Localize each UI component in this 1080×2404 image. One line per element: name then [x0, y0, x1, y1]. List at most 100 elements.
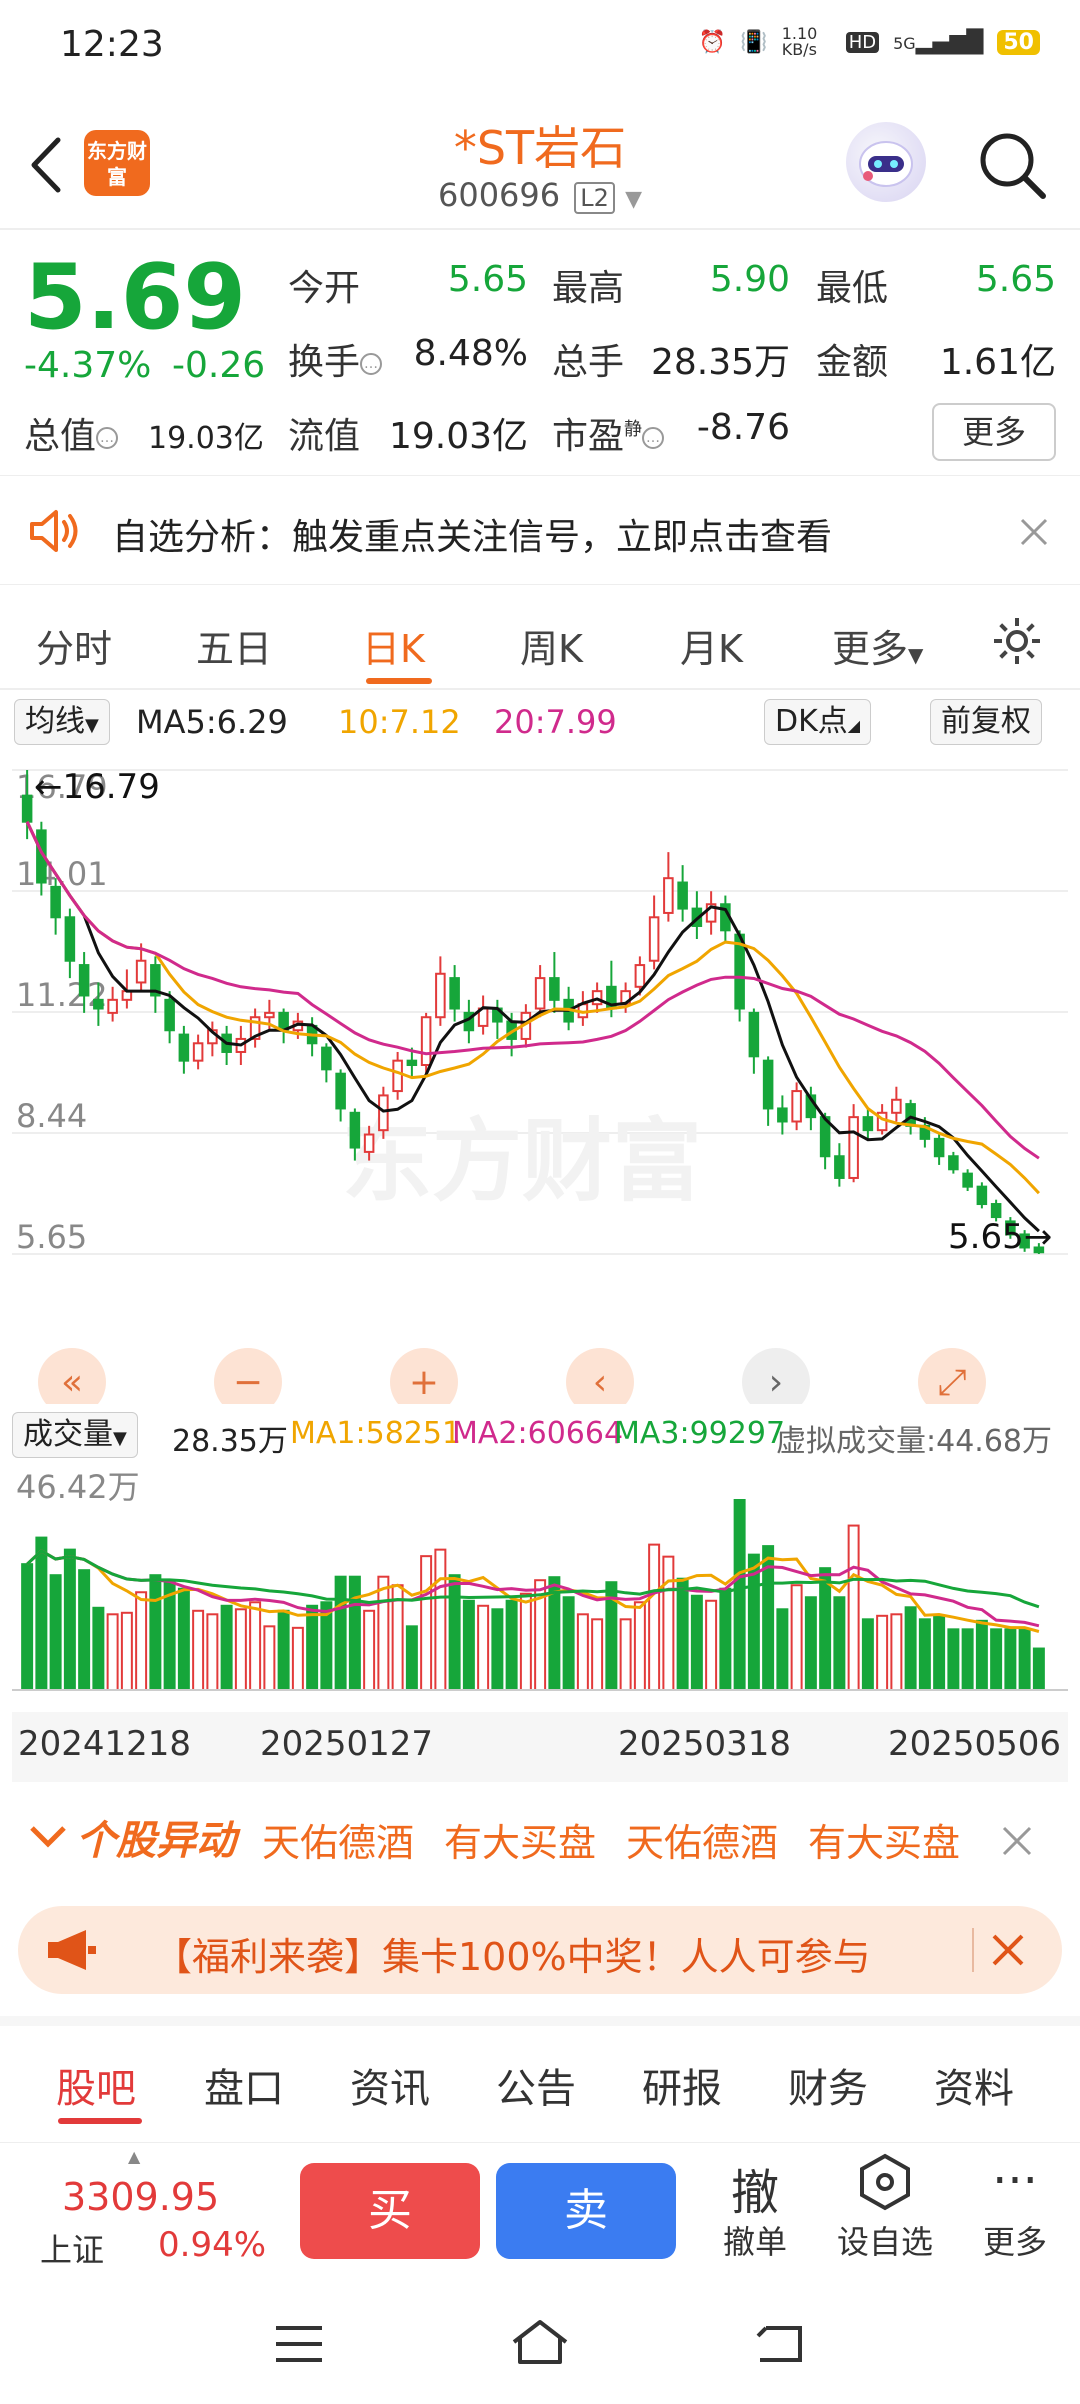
more-actions-button[interactable]: ··· 更多: [960, 2153, 1070, 2263]
cancel-icon: 撤: [730, 2165, 779, 2221]
volume-bar: [790, 1584, 803, 1691]
volume-bar: [861, 1618, 874, 1691]
change-percent: -4.37%: [24, 345, 152, 386]
volume-bar: [562, 1596, 575, 1691]
high-label: 最高: [552, 268, 625, 309]
volume-bar: [819, 1567, 832, 1691]
volume-bar: [21, 1563, 34, 1691]
tab-more[interactable]: 更多▼: [832, 618, 923, 673]
volume-bar: [78, 1569, 91, 1691]
volume-bar: [847, 1524, 860, 1692]
cancel-order-button[interactable]: 撤 撤单: [700, 2153, 810, 2263]
candle: [962, 1172, 973, 1188]
promo-banner[interactable]: 【福利来袭】集卡100%中奖！人人可参与: [18, 1906, 1062, 1994]
dk-point-button[interactable]: DK点◢: [764, 699, 872, 745]
gear-icon[interactable]: [990, 614, 1044, 668]
date-label: 20250506: [888, 1724, 1062, 1764]
quote-more-button[interactable]: 更多: [932, 403, 1056, 461]
candle: [891, 1098, 902, 1114]
add-watchlist-button[interactable]: 设自选: [830, 2153, 940, 2263]
volume-bar: [961, 1628, 974, 1691]
candle: [834, 1155, 845, 1179]
menu-icon[interactable]: [272, 2322, 326, 2366]
tab-finance[interactable]: 财务: [788, 2056, 868, 2114]
tab-five-day[interactable]: 五日: [196, 618, 272, 673]
close-icon[interactable]: [1018, 516, 1050, 548]
tab-intraday[interactable]: 分时: [36, 618, 112, 673]
status-icons: ⏰ 📳 1.10 KB/s HD 5G▂▄▆█ 50: [699, 26, 1040, 58]
ma10-value: 10:7.12: [338, 703, 461, 741]
stock-movement-ticker[interactable]: 个股异动 天佑德酒 有大买盘 天佑德酒 有大买盘: [0, 1800, 1080, 1880]
caret-up-icon: ▲: [128, 2147, 141, 2166]
kline-chart[interactable]: 16.7914.0111.228.445.65东方财富←16.795.65→« −…: [12, 752, 1068, 1404]
virtual-volume: 虚拟成交量:44.68万: [776, 1424, 1052, 1459]
cancel-label: 撤单: [722, 2223, 787, 2261]
buy-button[interactable]: 买: [300, 2163, 480, 2259]
back-nav-icon[interactable]: [752, 2320, 808, 2368]
change-amount: -0.26: [172, 345, 266, 386]
volume-bar: [975, 1619, 988, 1692]
close-icon[interactable]: [990, 1932, 1026, 1968]
volume-bar: [918, 1618, 931, 1691]
max-price-marker: ←16.79: [34, 767, 160, 807]
home-icon[interactable]: [508, 2316, 572, 2368]
candle: [64, 916, 76, 962]
adjust-button[interactable]: 前复权: [930, 699, 1042, 745]
volume-bar: [120, 1611, 133, 1691]
battery-icon: 50: [997, 29, 1040, 55]
indicator-select[interactable]: 均线▼: [14, 699, 110, 745]
candle: [648, 916, 660, 962]
volume-bar: [591, 1618, 604, 1691]
sell-button[interactable]: 卖: [496, 2163, 676, 2259]
system-nav-bar: [0, 2282, 1080, 2404]
status-time: 12:23: [60, 24, 164, 65]
assistant-robot-icon[interactable]: [846, 122, 926, 202]
volume-bar: [576, 1613, 589, 1692]
amount-value: 1.61亿: [939, 342, 1056, 383]
info-icon[interactable]: …: [96, 427, 119, 449]
volume-bar: [377, 1575, 390, 1691]
candle: [335, 1072, 346, 1110]
chart-nav-icon: ›: [769, 1362, 783, 1403]
tab-pankou[interactable]: 盘口: [204, 2056, 284, 2114]
candle: [78, 964, 90, 997]
stock-header: 东方财富 *ST岩石 600696 L2 ▼: [0, 100, 1080, 230]
speaker-icon: [30, 510, 78, 552]
tab-weekly-k[interactable]: 周K: [520, 618, 583, 673]
tab-research[interactable]: 研报: [642, 2056, 722, 2114]
date-label: 20241218: [18, 1724, 192, 1764]
volume-bar: [933, 1614, 946, 1691]
volume-bar: [676, 1577, 689, 1691]
signal-icon: 5G▂▄▆█: [893, 29, 984, 55]
tab-guba[interactable]: 股吧: [56, 2056, 136, 2114]
hexagon-icon: [830, 2153, 940, 2217]
index-value[interactable]: 3309.95: [62, 2175, 219, 2219]
tab-news[interactable]: 资讯: [350, 2056, 430, 2114]
tab-announcements[interactable]: 公告: [496, 2056, 576, 2114]
volume-bar: [1004, 1628, 1017, 1691]
volume-bar: [462, 1599, 475, 1691]
tab-monthly-k[interactable]: 月K: [680, 618, 743, 673]
volume-select[interactable]: 成交量▼: [12, 1412, 138, 1458]
info-icon[interactable]: …: [642, 427, 665, 449]
volume-legend: 成交量▼ 28.35万 MA1:58251 MA2:60664 MA3:9929…: [0, 1408, 1080, 1464]
pe-label: 市盈静…: [552, 407, 665, 459]
vol-ma1: MA1:58251: [290, 1416, 462, 1451]
volume-bar: [234, 1608, 247, 1691]
quote-panel: 5.69 -4.37% -0.26 今开 5.65 最高 5.90 最低 5.6…: [0, 235, 1080, 470]
mktcap-label: 总值…: [24, 407, 119, 459]
candle: [363, 1133, 375, 1153]
volume-bar: [1018, 1628, 1031, 1691]
tab-profile[interactable]: 资料: [934, 2056, 1014, 2114]
candle: [50, 885, 61, 919]
ma20-line: [25, 821, 1040, 1160]
candle: [534, 977, 546, 1010]
search-icon[interactable]: [975, 128, 1051, 204]
volume-chart[interactable]: 46.42万: [12, 1464, 1068, 1704]
tab-daily-k[interactable]: 日K: [362, 618, 425, 673]
analysis-banner[interactable]: 自选分析：触发重点关注信号，立即点击查看: [0, 475, 1080, 585]
volume-bar: [306, 1604, 319, 1691]
close-icon[interactable]: [1000, 1824, 1034, 1858]
info-icon[interactable]: …: [360, 353, 383, 375]
volume-bar: [648, 1543, 661, 1691]
